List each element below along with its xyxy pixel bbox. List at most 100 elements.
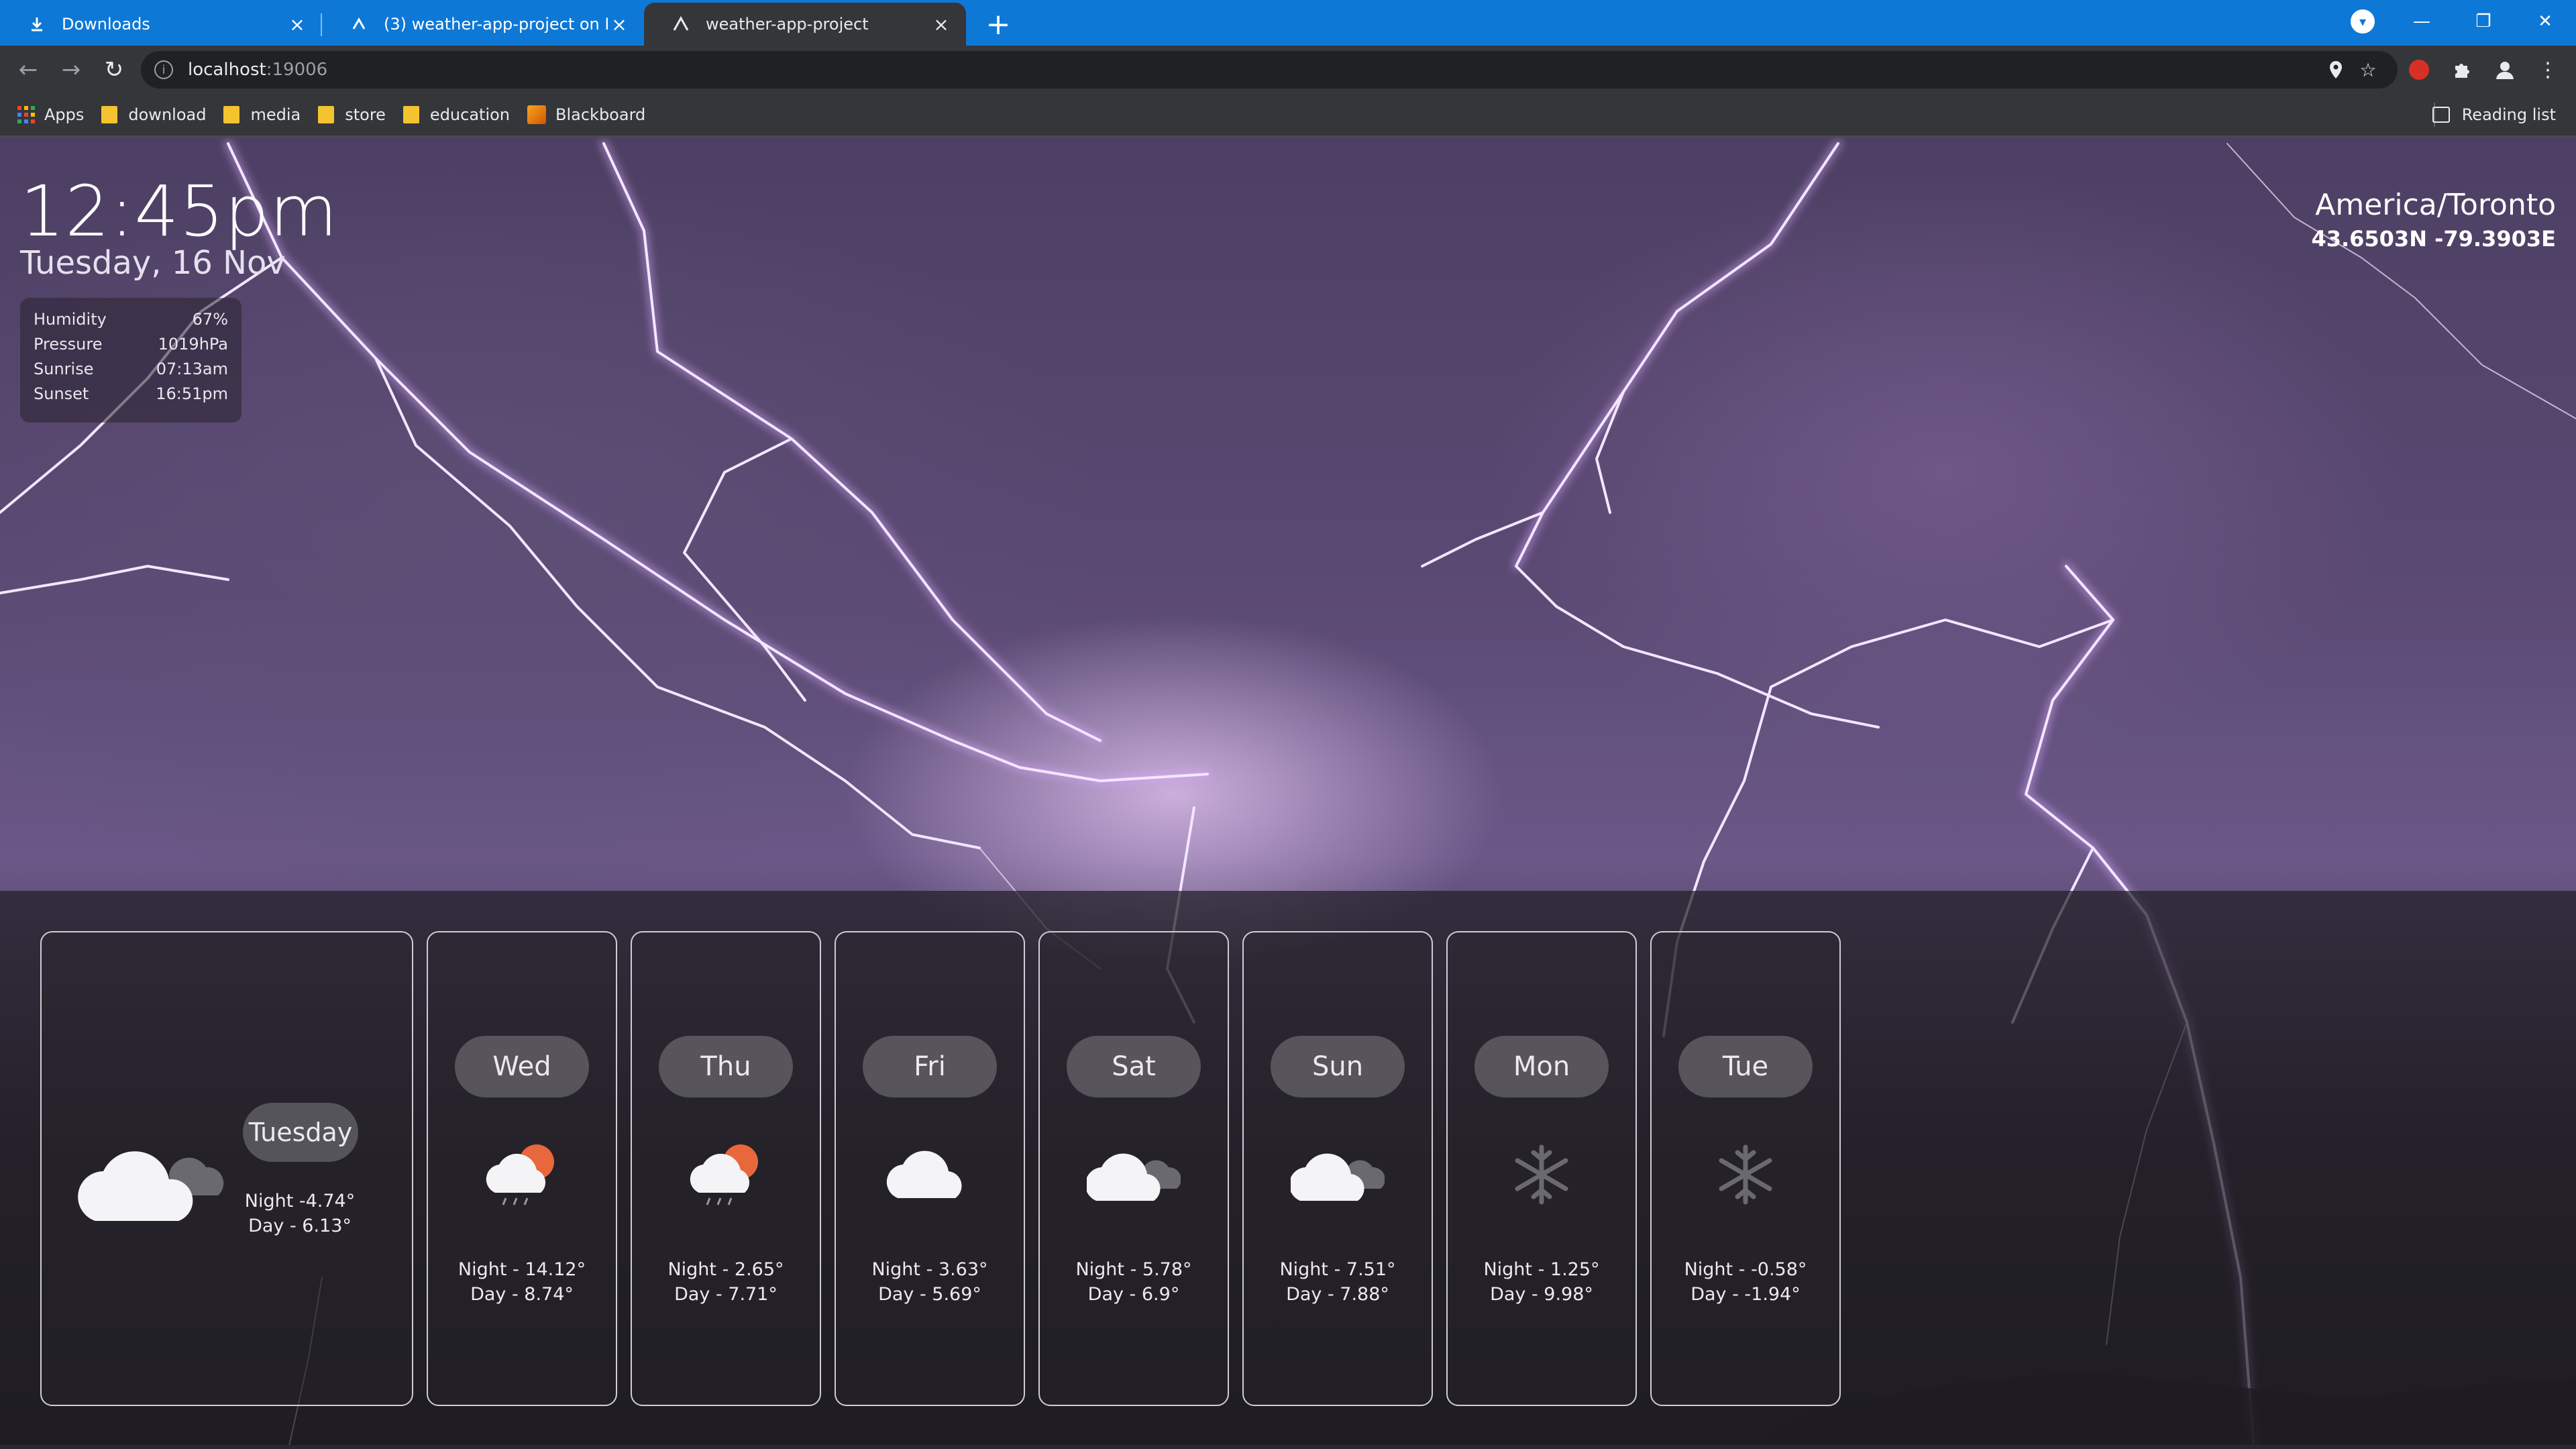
- bookmarks-bar: Apps download media store education Blac…: [0, 94, 2576, 137]
- bookmark-label: Blackboard: [555, 105, 646, 124]
- day-pill: Sat: [1067, 1036, 1201, 1097]
- detail-label: Sunset: [34, 384, 89, 403]
- folder-icon: [318, 106, 335, 123]
- close-tab-icon[interactable]: ×: [930, 13, 953, 36]
- tab-strip: Downloads × (3) weather-app-project on E…: [0, 0, 2576, 46]
- temps: Night - 3.63° Day - 5.69°: [836, 1257, 1024, 1307]
- extension-red-icon[interactable]: [2398, 48, 2440, 91]
- tab-label: weather-app-project: [706, 15, 869, 34]
- day-pill: Tuesday: [243, 1103, 358, 1162]
- bookmark-label: education: [429, 105, 511, 124]
- day-pill: Fri: [863, 1036, 997, 1097]
- bookmark-apps[interactable]: Apps: [17, 98, 84, 131]
- menu-kebab-icon[interactable]: ⋮: [2526, 48, 2569, 91]
- temps: Night -4.74° Day - 6.13°: [216, 1189, 384, 1238]
- reload-icon[interactable]: ↻: [93, 48, 136, 91]
- close-tab-icon[interactable]: ×: [286, 13, 309, 36]
- browser-toolbar: ← → ↻ i localhost:19006 ☆ ⋮: [0, 46, 2576, 94]
- url-port: :19006: [266, 60, 328, 80]
- apps-grid-icon: [17, 106, 35, 123]
- detail-row-pressure: Pressure 1019hPa: [34, 335, 228, 360]
- close-tab-icon[interactable]: ×: [608, 13, 631, 36]
- bookmark-education[interactable]: education: [402, 98, 511, 131]
- location-pin-icon[interactable]: [2320, 54, 2352, 86]
- tab-downloads[interactable]: Downloads ×: [0, 3, 322, 46]
- sun-cloud-rain-icon: [475, 1138, 569, 1212]
- profile-avatar-icon[interactable]: [2483, 48, 2526, 91]
- url-text[interactable]: localhost:19006: [188, 60, 327, 80]
- tab-search-icon[interactable]: ▾: [2351, 9, 2375, 34]
- day-pill: Sun: [1271, 1036, 1405, 1097]
- reading-list-icon: [2432, 107, 2450, 123]
- blackboard-icon: [527, 105, 547, 124]
- bookmark-blackboard[interactable]: Blackboard: [527, 98, 645, 131]
- tab-label: (3) weather-app-project on Expo: [384, 15, 608, 34]
- night-temp: Night - 7.51°: [1279, 1259, 1396, 1280]
- forecast-card-sat: Sat Night - 5.78° Day - 6.9°: [1038, 931, 1229, 1406]
- expo-icon: [349, 14, 369, 34]
- close-window-button[interactable]: ✕: [2514, 0, 2576, 43]
- temps: Night - 5.78° Day - 6.9°: [1040, 1257, 1228, 1307]
- tab-expo[interactable]: (3) weather-app-project on Expo ×: [322, 3, 644, 46]
- reading-list-button[interactable]: Reading list: [2432, 105, 2556, 124]
- forecast-card-mon: Mon Night - 1.25° Day - 9.98°: [1446, 931, 1637, 1406]
- detail-value: 1019hPa: [158, 335, 228, 354]
- forward-arrow-icon[interactable]: →: [50, 48, 93, 91]
- folder-icon: [402, 106, 419, 123]
- temps: Night - 7.51° Day - 7.88°: [1244, 1257, 1432, 1307]
- bookmark-label: Apps: [44, 105, 85, 124]
- detail-value: 16:51pm: [156, 384, 228, 403]
- bookmark-download[interactable]: download: [101, 98, 206, 131]
- puzzle-extensions-icon[interactable]: [2440, 48, 2483, 91]
- day-pill: Wed: [455, 1036, 589, 1097]
- detail-label: Pressure: [34, 335, 103, 354]
- current-time: 12:45pm: [20, 170, 339, 252]
- location-info: America/Toronto 43.6503N -79.3903E: [2311, 188, 2556, 252]
- temps: Night - 1.25° Day - 9.98°: [1448, 1257, 1635, 1307]
- day-temp: Day - 7.88°: [1286, 1284, 1389, 1305]
- bookmark-media[interactable]: media: [223, 98, 301, 131]
- day-pill: Tue: [1678, 1036, 1813, 1097]
- tab-label: Downloads: [62, 15, 150, 34]
- day-temp: Day - 8.74°: [470, 1284, 574, 1305]
- bookmark-label: store: [345, 105, 386, 124]
- address-bar[interactable]: i localhost:19006 ☆: [141, 51, 2398, 89]
- forecast-card-wed: Wed Night - 14.12° Day - 8.74°: [427, 931, 617, 1406]
- clouds-icon: [1085, 1138, 1181, 1212]
- temps: Night - 2.65° Day - 7.71°: [632, 1257, 820, 1307]
- site-info-icon[interactable]: i: [154, 60, 173, 79]
- snowflake-icon: [1699, 1138, 1792, 1212]
- forecast-card-thu: Thu Night - 2.65° Day - 7.71°: [631, 931, 821, 1406]
- day-temp: Day - 7.71°: [674, 1284, 777, 1305]
- restore-button[interactable]: ❐: [2453, 0, 2514, 43]
- folder-icon: [101, 106, 118, 123]
- forecast-card-sun: Sun Night - 7.51° Day - 7.88°: [1242, 931, 1433, 1406]
- clouds-icon: [78, 1151, 224, 1221]
- forecast-panel: Tuesday Night -4.74° Day - 6.13° Wed Nigh…: [0, 891, 2576, 1449]
- snowflake-icon: [1495, 1138, 1589, 1212]
- temps: Night - -0.58° Day - -1.94°: [1652, 1257, 1839, 1307]
- detail-row-humidity: Humidity 67%: [34, 310, 228, 335]
- night-temp: Night - 3.63°: [871, 1259, 988, 1280]
- bottom-strip: [0, 1445, 2576, 1449]
- detail-label: Sunrise: [34, 360, 94, 378]
- weather-details-box: Humidity 67% Pressure 1019hPa Sunrise 07…: [20, 298, 241, 423]
- night-temp: Night - 2.65°: [667, 1259, 784, 1280]
- forecast-card-tue: Tue Night - -0.58° Day - -1.94°: [1650, 931, 1841, 1406]
- tab-weather-app[interactable]: weather-app-project ×: [644, 3, 966, 46]
- bookmark-store[interactable]: store: [318, 98, 386, 131]
- clouds-icon: [1289, 1138, 1385, 1212]
- new-tab-button[interactable]: +: [978, 4, 1018, 44]
- sun-cloud-rain-icon: [679, 1138, 773, 1212]
- folder-icon: [223, 106, 240, 123]
- night-temp: Night - 1.25°: [1483, 1259, 1600, 1280]
- back-arrow-icon[interactable]: ←: [7, 48, 50, 91]
- minimize-button[interactable]: —: [2391, 0, 2453, 43]
- detail-label: Humidity: [34, 310, 107, 329]
- star-bookmark-icon[interactable]: ☆: [2352, 54, 2384, 86]
- night-temp: Night - -0.58°: [1684, 1259, 1807, 1280]
- window-controls: — ❐ ✕: [2391, 0, 2576, 43]
- day-temp: Day - 9.98°: [1490, 1284, 1593, 1305]
- detail-value: 67%: [192, 310, 228, 329]
- url-host: localhost: [188, 60, 266, 80]
